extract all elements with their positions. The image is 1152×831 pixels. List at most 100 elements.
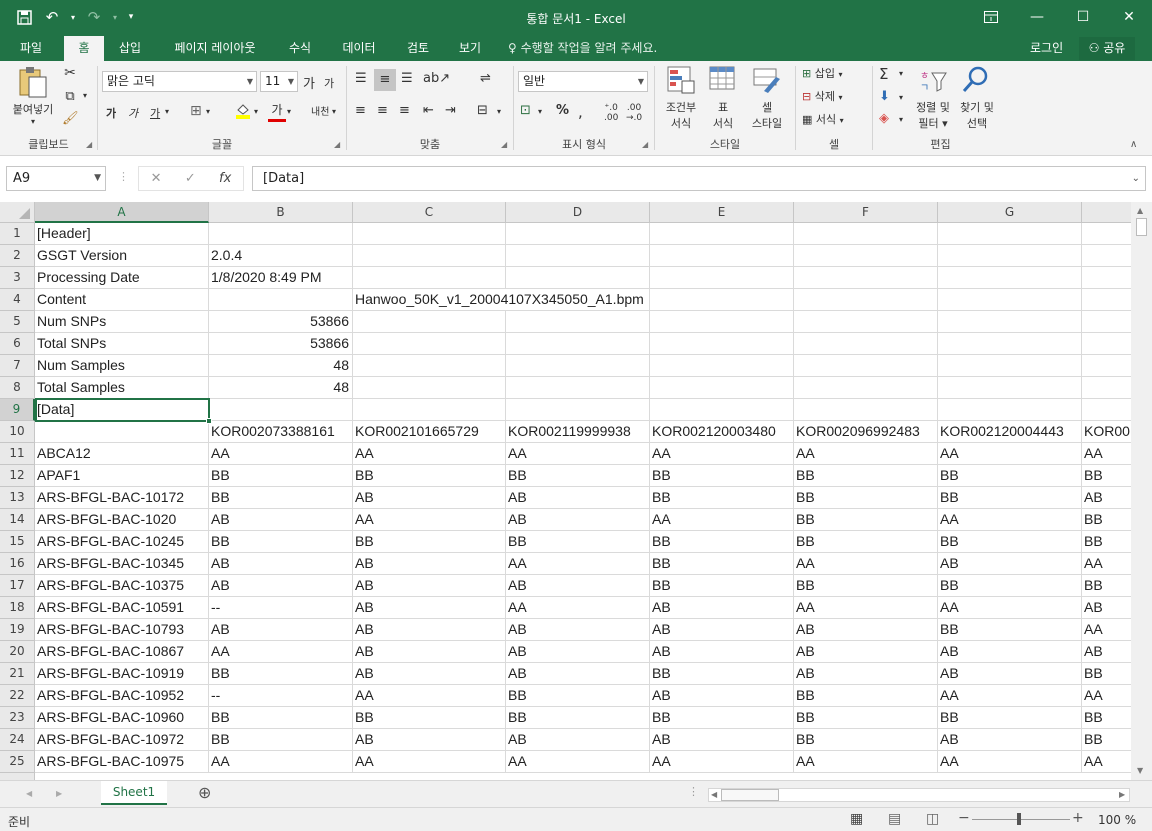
cell[interactable]: BB bbox=[938, 619, 1082, 641]
column-header[interactable] bbox=[1082, 202, 1131, 223]
cell[interactable]: [Header] bbox=[35, 223, 209, 245]
increase-decimal-icon[interactable]: ⁺.0.00 bbox=[604, 103, 618, 123]
cell[interactable]: AA bbox=[209, 443, 353, 465]
cell[interactable]: AB bbox=[650, 729, 794, 751]
clear-icon[interactable]: ◈ bbox=[879, 111, 889, 126]
cell[interactable]: AA bbox=[506, 751, 650, 773]
cell[interactable]: AB bbox=[353, 619, 506, 641]
row-header[interactable]: 17 bbox=[0, 575, 35, 597]
column-header[interactable]: F bbox=[794, 202, 938, 223]
merge-dropdown-icon[interactable]: ▾ bbox=[497, 107, 501, 116]
cell[interactable]: AB bbox=[353, 663, 506, 685]
column-header[interactable]: A bbox=[35, 202, 209, 223]
cell[interactable]: ARS-BFGL-BAC-10919 bbox=[35, 663, 209, 685]
cell[interactable]: ARS-BFGL-BAC-10245 bbox=[35, 531, 209, 553]
cell[interactable] bbox=[794, 355, 938, 377]
cell[interactable]: AA bbox=[506, 443, 650, 465]
cell[interactable]: BB bbox=[794, 465, 938, 487]
cell[interactable] bbox=[1082, 245, 1131, 267]
cell[interactable]: BB bbox=[938, 465, 1082, 487]
cell[interactable]: BB bbox=[209, 465, 353, 487]
cell[interactable]: AB bbox=[1082, 487, 1131, 509]
cell[interactable]: AA bbox=[1082, 619, 1131, 641]
cell[interactable]: Num Samples bbox=[35, 355, 209, 377]
cell[interactable]: BB bbox=[794, 575, 938, 597]
borders-icon[interactable]: ⊞ bbox=[190, 103, 202, 119]
cell[interactable]: BB bbox=[1082, 465, 1131, 487]
cell[interactable]: AA bbox=[1082, 685, 1131, 707]
cell[interactable] bbox=[650, 223, 794, 245]
cell[interactable]: AA bbox=[353, 751, 506, 773]
enter-icon[interactable]: ✓ bbox=[185, 171, 196, 186]
cell[interactable]: 53866 bbox=[209, 311, 353, 333]
cell[interactable] bbox=[650, 377, 794, 399]
cell[interactable]: 48 bbox=[209, 355, 353, 377]
cell[interactable]: BB bbox=[938, 707, 1082, 729]
cell[interactable]: AA bbox=[938, 685, 1082, 707]
cell[interactable]: AB bbox=[209, 575, 353, 597]
cell[interactable]: BB bbox=[1082, 531, 1131, 553]
tab-formulas[interactable]: 수식 bbox=[280, 36, 320, 61]
cell[interactable]: Processing Date bbox=[35, 267, 209, 289]
alignment-launcher-icon[interactable]: ◢ bbox=[501, 140, 507, 149]
cell[interactable]: ARS-BFGL-BAC-10591 bbox=[35, 597, 209, 619]
cell[interactable]: BB bbox=[650, 663, 794, 685]
cell[interactable]: ARS-BFGL-BAC-10375 bbox=[35, 575, 209, 597]
cell[interactable]: AB bbox=[1082, 597, 1131, 619]
row-header[interactable]: 12 bbox=[0, 465, 35, 487]
cell[interactable]: BB bbox=[209, 729, 353, 751]
autosum-icon[interactable]: Σ bbox=[879, 65, 888, 83]
cell[interactable] bbox=[938, 289, 1082, 311]
cell[interactable]: AB bbox=[650, 597, 794, 619]
cell[interactable] bbox=[1082, 399, 1131, 421]
underline-dropdown-icon[interactable]: ▾ bbox=[165, 107, 169, 116]
cell[interactable] bbox=[794, 223, 938, 245]
cell[interactable]: AB bbox=[938, 641, 1082, 663]
cell[interactable] bbox=[650, 311, 794, 333]
cell[interactable]: BB bbox=[506, 685, 650, 707]
cell[interactable]: AA bbox=[794, 443, 938, 465]
cell[interactable]: AA bbox=[938, 509, 1082, 531]
cell[interactable] bbox=[794, 289, 938, 311]
cell[interactable]: AA bbox=[506, 597, 650, 619]
zoom-in-icon[interactable]: + bbox=[1072, 810, 1084, 826]
sort-filter-button[interactable]: 정렬 및 필터 ▾ bbox=[911, 99, 955, 131]
cell[interactable]: AB bbox=[353, 729, 506, 751]
cell[interactable]: Content bbox=[35, 289, 209, 311]
zoom-slider[interactable] bbox=[972, 813, 1070, 825]
row-header[interactable]: 20 bbox=[0, 641, 35, 663]
increase-indent-icon[interactable]: ⇥ bbox=[445, 103, 456, 118]
cell[interactable]: AA bbox=[1082, 553, 1131, 575]
row-header[interactable]: 13 bbox=[0, 487, 35, 509]
copy-dropdown-icon[interactable]: ▾ bbox=[80, 91, 90, 100]
cell[interactable]: AB bbox=[938, 729, 1082, 751]
number-format-select[interactable]: 일반 ▼ bbox=[518, 71, 648, 92]
zoom-level[interactable]: 100 % bbox=[1098, 813, 1136, 827]
cell[interactable] bbox=[353, 245, 506, 267]
cell[interactable]: KOR00 bbox=[1082, 421, 1131, 443]
cell[interactable]: BB bbox=[794, 531, 938, 553]
cell[interactable] bbox=[506, 355, 650, 377]
cell[interactable]: AB bbox=[650, 685, 794, 707]
cell[interactable]: AB bbox=[506, 663, 650, 685]
cell[interactable] bbox=[938, 355, 1082, 377]
vertical-scrollbar[interactable]: ▲ ▼ bbox=[1131, 202, 1152, 780]
delete-cells-button[interactable]: ⊟ 삭제 ▾ bbox=[802, 88, 872, 104]
row-header[interactable]: 15 bbox=[0, 531, 35, 553]
cell[interactable]: ARS-BFGL-BAC-10972 bbox=[35, 729, 209, 751]
cell[interactable]: BB bbox=[506, 707, 650, 729]
cell[interactable] bbox=[506, 333, 650, 355]
sheet-tab[interactable]: Sheet1 bbox=[101, 781, 167, 805]
cell[interactable]: BB bbox=[1082, 707, 1131, 729]
cell[interactable]: BB bbox=[794, 487, 938, 509]
row-header[interactable]: 11 bbox=[0, 443, 35, 465]
row-header[interactable]: 6 bbox=[0, 333, 35, 355]
cell[interactable]: AB bbox=[650, 619, 794, 641]
column-header[interactable]: C bbox=[353, 202, 506, 223]
cell[interactable]: BB bbox=[650, 707, 794, 729]
cell[interactable]: AA bbox=[353, 509, 506, 531]
cell[interactable] bbox=[1082, 267, 1131, 289]
cell[interactable] bbox=[506, 245, 650, 267]
cell[interactable]: BB bbox=[1082, 575, 1131, 597]
italic-button[interactable]: 가 bbox=[128, 105, 138, 121]
